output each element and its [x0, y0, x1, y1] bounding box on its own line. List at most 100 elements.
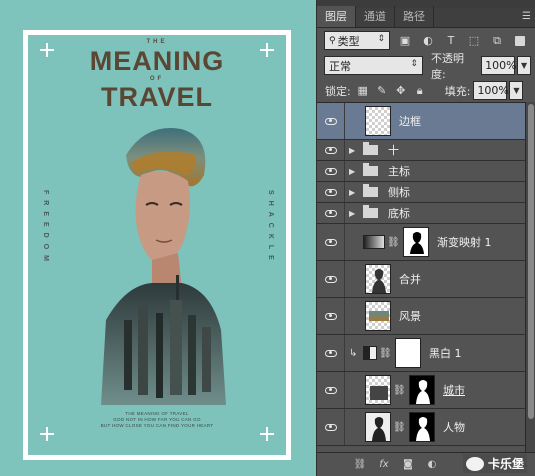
- poster-bottom-line: BUT HOW CLOSE YOU CAN FIND YOUR HEART: [100, 423, 214, 428]
- layer-name: 边框: [399, 115, 421, 128]
- double-exposure-portrait: [101, 128, 226, 405]
- layer-group-bottom-title[interactable]: ▶ 底标: [317, 203, 525, 224]
- layer-style-fx-icon[interactable]: fx: [375, 458, 393, 472]
- fill-field[interactable]: 100%: [473, 81, 509, 100]
- visibility-eye-icon[interactable]: [324, 423, 337, 431]
- layer-name: 城市: [443, 384, 465, 397]
- folder-icon: [363, 184, 378, 197]
- mask-silhouette: [416, 380, 430, 404]
- lock-all-icon[interactable]: 🔒︎: [413, 84, 427, 98]
- adjustment-layer-icon[interactable]: ◐: [423, 458, 441, 472]
- layer-thumbnail: [365, 301, 391, 331]
- gradient-map-adjustment-icon: [363, 235, 385, 249]
- visibility-eye-icon[interactable]: [324, 117, 337, 125]
- layer-name: 主标: [388, 165, 410, 178]
- layer-list: 边框 ▶ 十 ▶ 主标 ▶ 侧标 ▶ 底标 ⛓ 渐变映射 1 合并 风景 ↳ ⛓…: [317, 102, 525, 452]
- document-canvas[interactable]: THE MEANING OF TRAVEL FREEDOM SHACKLE TH…: [0, 0, 316, 476]
- layer-row-black-white[interactable]: ↳ ⛓ 黑白 1: [317, 335, 525, 372]
- poster-title-the: THE: [146, 39, 168, 45]
- visibility-eye-icon[interactable]: [324, 146, 337, 154]
- shape-filter-icon[interactable]: ⬚: [466, 33, 482, 49]
- fill-label: 填充:: [444, 84, 471, 98]
- panel-tabs: 图层 通道 路径 ☰: [317, 6, 535, 28]
- link-icon[interactable]: ⛓: [387, 237, 400, 248]
- thumbnail-portrait: [372, 417, 386, 441]
- layer-name: 侧标: [388, 186, 410, 199]
- poster-side-text-right: SHACKLE: [267, 190, 274, 266]
- opacity-slider-arrow-icon[interactable]: ▼: [517, 56, 531, 75]
- layer-row-merged[interactable]: 合并: [317, 261, 525, 298]
- link-icon[interactable]: ⛓: [393, 385, 406, 396]
- layers-panel: 图层 通道 路径 ☰ ⚲ 类型 ⇕ ▣ ◐ T ⬚ ⧉ 正常 ⇕ 不透明度: 1…: [316, 0, 535, 476]
- layer-row-landscape[interactable]: 风景: [317, 298, 525, 335]
- travel-poster: THE MEANING OF TRAVEL FREEDOM SHACKLE TH…: [23, 30, 291, 460]
- expand-arrow-icon[interactable]: ▶: [349, 146, 359, 155]
- tab-channels[interactable]: 通道: [356, 6, 395, 27]
- layer-name: 黑白 1: [429, 347, 462, 360]
- layer-mask-thumbnail: [409, 375, 435, 405]
- lock-label: 锁定:: [325, 84, 351, 98]
- fill-slider-arrow-icon[interactable]: ▼: [509, 81, 524, 100]
- visibility-eye-icon[interactable]: [324, 349, 337, 357]
- layer-thumbnail: [365, 375, 391, 405]
- layer-mask-thumbnail: [409, 412, 435, 442]
- pixel-filter-icon[interactable]: ▣: [397, 33, 413, 49]
- poster-bottom-line: THE MEANING OF TRAVEL: [125, 411, 189, 416]
- black-white-adjustment-icon: [363, 346, 377, 360]
- link-icon[interactable]: ⛓: [393, 422, 406, 433]
- lock-transparency-icon[interactable]: ▦: [356, 84, 370, 98]
- watermark: 卡乐堡: [462, 454, 527, 473]
- folder-icon: [363, 142, 378, 155]
- tab-layers[interactable]: 图层: [317, 6, 356, 27]
- visibility-eye-icon[interactable]: [324, 386, 337, 394]
- visibility-eye-icon[interactable]: [324, 167, 337, 175]
- opacity-label: 不透明度:: [430, 51, 464, 81]
- panel-menu-icon[interactable]: ☰: [522, 11, 531, 22]
- visibility-eye-icon[interactable]: [324, 238, 337, 246]
- layer-group-side-title[interactable]: ▶ 侧标: [317, 182, 525, 203]
- layer-row-person[interactable]: ⛓ 人物: [317, 409, 525, 446]
- scrollbar-thumb[interactable]: [528, 104, 534, 419]
- plus-icon: [260, 427, 274, 441]
- layer-name: 合并: [399, 273, 421, 286]
- opacity-field[interactable]: 100%: [481, 56, 517, 75]
- thumbnail-landscape: [369, 311, 389, 321]
- link-icon[interactable]: ⛓: [379, 348, 392, 359]
- visibility-eye-icon[interactable]: [324, 188, 337, 196]
- tab-paths[interactable]: 路径: [395, 6, 434, 27]
- smart-object-filter-icon[interactable]: ⧉: [489, 33, 505, 49]
- lock-image-icon[interactable]: ✎: [375, 84, 389, 98]
- blend-mode-label: 正常: [329, 59, 351, 73]
- filter-type-label: 类型: [337, 34, 360, 48]
- add-mask-icon[interactable]: ◙: [399, 458, 417, 472]
- visibility-eye-icon[interactable]: [324, 209, 337, 217]
- expand-arrow-icon[interactable]: ▶: [349, 209, 359, 218]
- poster-bottom-line: GOD NOT IN HOW FAR YOU CAN GO: [113, 417, 201, 422]
- adjustment-filter-icon[interactable]: ◐: [420, 33, 436, 49]
- blend-mode-dropdown[interactable]: 正常 ⇕: [324, 56, 423, 75]
- expand-arrow-icon[interactable]: ▶: [349, 167, 359, 176]
- thumbnail-portrait: [372, 269, 386, 293]
- link-layers-icon[interactable]: ⛓: [351, 458, 369, 472]
- search-icon: ⚲: [329, 35, 336, 46]
- type-filter-icon[interactable]: T: [443, 33, 459, 49]
- layer-list-scrollbar[interactable]: [525, 102, 535, 452]
- layer-thumbnail: [365, 106, 391, 136]
- expand-arrow-icon[interactable]: ▶: [349, 188, 359, 197]
- layer-name: 渐变映射 1: [437, 236, 492, 249]
- lock-row: 锁定: ▦ ✎ ✥ 🔒︎ 填充: 100% ▼: [317, 78, 535, 103]
- layer-group-plus[interactable]: ▶ 十: [317, 140, 525, 161]
- folder-icon: [363, 163, 378, 176]
- filter-type-dropdown[interactable]: ⚲ 类型 ⇕: [324, 31, 390, 50]
- layer-mask-thumbnail: [395, 338, 421, 368]
- layer-row-gradient-map[interactable]: ⛓ 渐变映射 1: [317, 224, 525, 261]
- layer-row-city[interactable]: ⛓ 城市: [317, 372, 525, 409]
- layer-name: 十: [388, 144, 399, 157]
- thumbnail-city: [370, 386, 388, 400]
- layer-row-border[interactable]: 边框: [317, 103, 525, 140]
- layer-group-main-title[interactable]: ▶ 主标: [317, 161, 525, 182]
- filter-toggle[interactable]: [515, 35, 525, 46]
- lock-position-icon[interactable]: ✥: [394, 84, 408, 98]
- visibility-eye-icon[interactable]: [324, 275, 337, 283]
- visibility-eye-icon[interactable]: [324, 312, 337, 320]
